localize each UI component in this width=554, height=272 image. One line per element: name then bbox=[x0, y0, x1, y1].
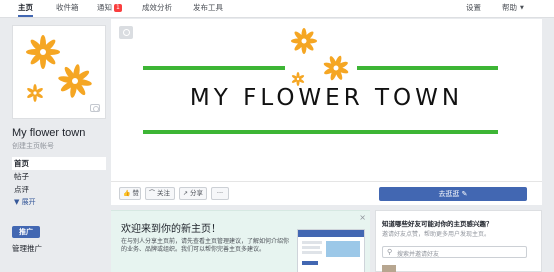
preview-header bbox=[298, 230, 364, 237]
cover-top-right-bar bbox=[357, 66, 498, 70]
visit-shop-button[interactable]: 去逛逛 ✎ bbox=[379, 187, 527, 201]
avatar[interactable] bbox=[382, 265, 396, 272]
cover-photo: MY FLOWER TOWN bbox=[111, 19, 542, 181]
profile-picture[interactable] bbox=[12, 25, 106, 119]
sidebar-item-home[interactable]: 首页 bbox=[12, 157, 106, 170]
preview-image bbox=[326, 241, 360, 257]
invite-title: 知道哪些好友可能对你的主页感兴趣？ bbox=[382, 220, 493, 228]
welcome-card: 欢迎来到你的新主页！ 在与别人分享主页前，请先查看主页管理建议，了解如何介绍你的… bbox=[111, 210, 370, 272]
promote-button[interactable]: 推广 bbox=[12, 226, 40, 238]
rss-icon: ⌒ bbox=[149, 190, 156, 197]
visit-label: 去逛逛 bbox=[438, 190, 460, 198]
invite-friends-card: 知道哪些好友可能对你的主页感兴趣？ 邀请好友点赞，帮助更多用户发现主页。 ⚲ 搜… bbox=[375, 210, 542, 272]
nav-tab-notifications-label: 通知 bbox=[97, 3, 112, 12]
more-options-button[interactable]: ··· bbox=[211, 187, 229, 200]
top-navigation-bar: 主页 收件箱 通知 1 成效分析 发布工具 设置 帮助 ▼ bbox=[0, 0, 554, 18]
share-button[interactable]: ↗ 分享 bbox=[179, 187, 207, 200]
manage-promotions-link[interactable]: 管理推广 bbox=[12, 243, 42, 254]
nav-settings[interactable]: 设置 bbox=[466, 0, 481, 17]
welcome-description: 在与别人分享主页前，请先查看主页管理建议，了解如何介绍你的业务、品牌或组织。我们… bbox=[121, 238, 290, 253]
nav-tab-notifications[interactable]: 通知 1 bbox=[97, 0, 122, 17]
nav-tab-home-label: 主页 bbox=[18, 3, 33, 12]
follow-label: 关注 bbox=[157, 189, 171, 197]
preview-line bbox=[302, 251, 322, 254]
sidebar-item-posts[interactable]: 帖子 bbox=[12, 170, 106, 183]
share-label: 分享 bbox=[190, 189, 204, 197]
nav-help-label: 帮助 bbox=[502, 3, 517, 12]
nav-settings-label: 设置 bbox=[466, 3, 481, 12]
invite-search-input[interactable]: ⚲ 搜索并邀请好友 bbox=[382, 246, 527, 258]
left-navigation: 首页 帖子 点评 ▼ 展开 bbox=[12, 157, 106, 209]
preview-button bbox=[302, 261, 318, 265]
create-username-link[interactable]: 创建主页帐号 bbox=[12, 141, 54, 151]
invite-search-placeholder: 搜索并邀请好友 bbox=[397, 251, 440, 258]
nav-tab-insights-label: 成效分析 bbox=[142, 3, 172, 12]
follow-button[interactable]: ⌒ 关注 bbox=[145, 187, 175, 200]
like-label: 赞 bbox=[132, 189, 139, 197]
pencil-icon: ✎ bbox=[461, 190, 468, 198]
like-button[interactable]: 👍 赞 bbox=[119, 187, 141, 200]
preview-line bbox=[302, 246, 320, 249]
cover-bottom-bar bbox=[143, 130, 498, 134]
nav-help[interactable]: 帮助 ▼ bbox=[502, 0, 524, 17]
share-arrow-icon: ↗ bbox=[183, 190, 189, 197]
nav-tab-publishing-tools[interactable]: 发布工具 bbox=[193, 0, 223, 17]
nav-tab-publishing-tools-label: 发布工具 bbox=[193, 3, 223, 12]
chevron-down-icon: ▼ bbox=[520, 5, 524, 11]
camera-icon[interactable] bbox=[90, 104, 100, 112]
cover-title-text: MY FLOWER TOWN bbox=[189, 85, 464, 111]
page-action-bar: 👍 赞 ⌒ 关注 ↗ 分享 ··· 去逛逛 ✎ bbox=[111, 181, 542, 205]
sidebar-expand-link[interactable]: ▼ 展开 bbox=[12, 196, 106, 209]
nav-tab-inbox[interactable]: 收件箱 bbox=[56, 0, 79, 17]
close-icon[interactable]: × bbox=[359, 213, 366, 222]
sidebar-item-reviews[interactable]: 点评 bbox=[12, 183, 106, 196]
nav-tab-insights[interactable]: 成效分析 bbox=[142, 0, 172, 17]
thumbs-up-icon: 👍 bbox=[123, 190, 131, 197]
welcome-title: 欢迎来到你的新主页！ bbox=[121, 224, 221, 235]
nav-tab-inbox-label: 收件箱 bbox=[56, 3, 79, 12]
notification-count-badge: 1 bbox=[114, 4, 122, 12]
preview-line bbox=[302, 241, 322, 244]
nav-tab-home[interactable]: 主页 bbox=[18, 0, 33, 17]
page-preview-illustration bbox=[297, 229, 365, 272]
search-icon: ⚲ bbox=[387, 248, 393, 256]
page-title: My flower town bbox=[12, 127, 86, 139]
invite-subtitle: 邀请好友点赞，帮助更多用户发现主页。 bbox=[382, 231, 491, 238]
cover-top-left-bar bbox=[143, 66, 285, 70]
